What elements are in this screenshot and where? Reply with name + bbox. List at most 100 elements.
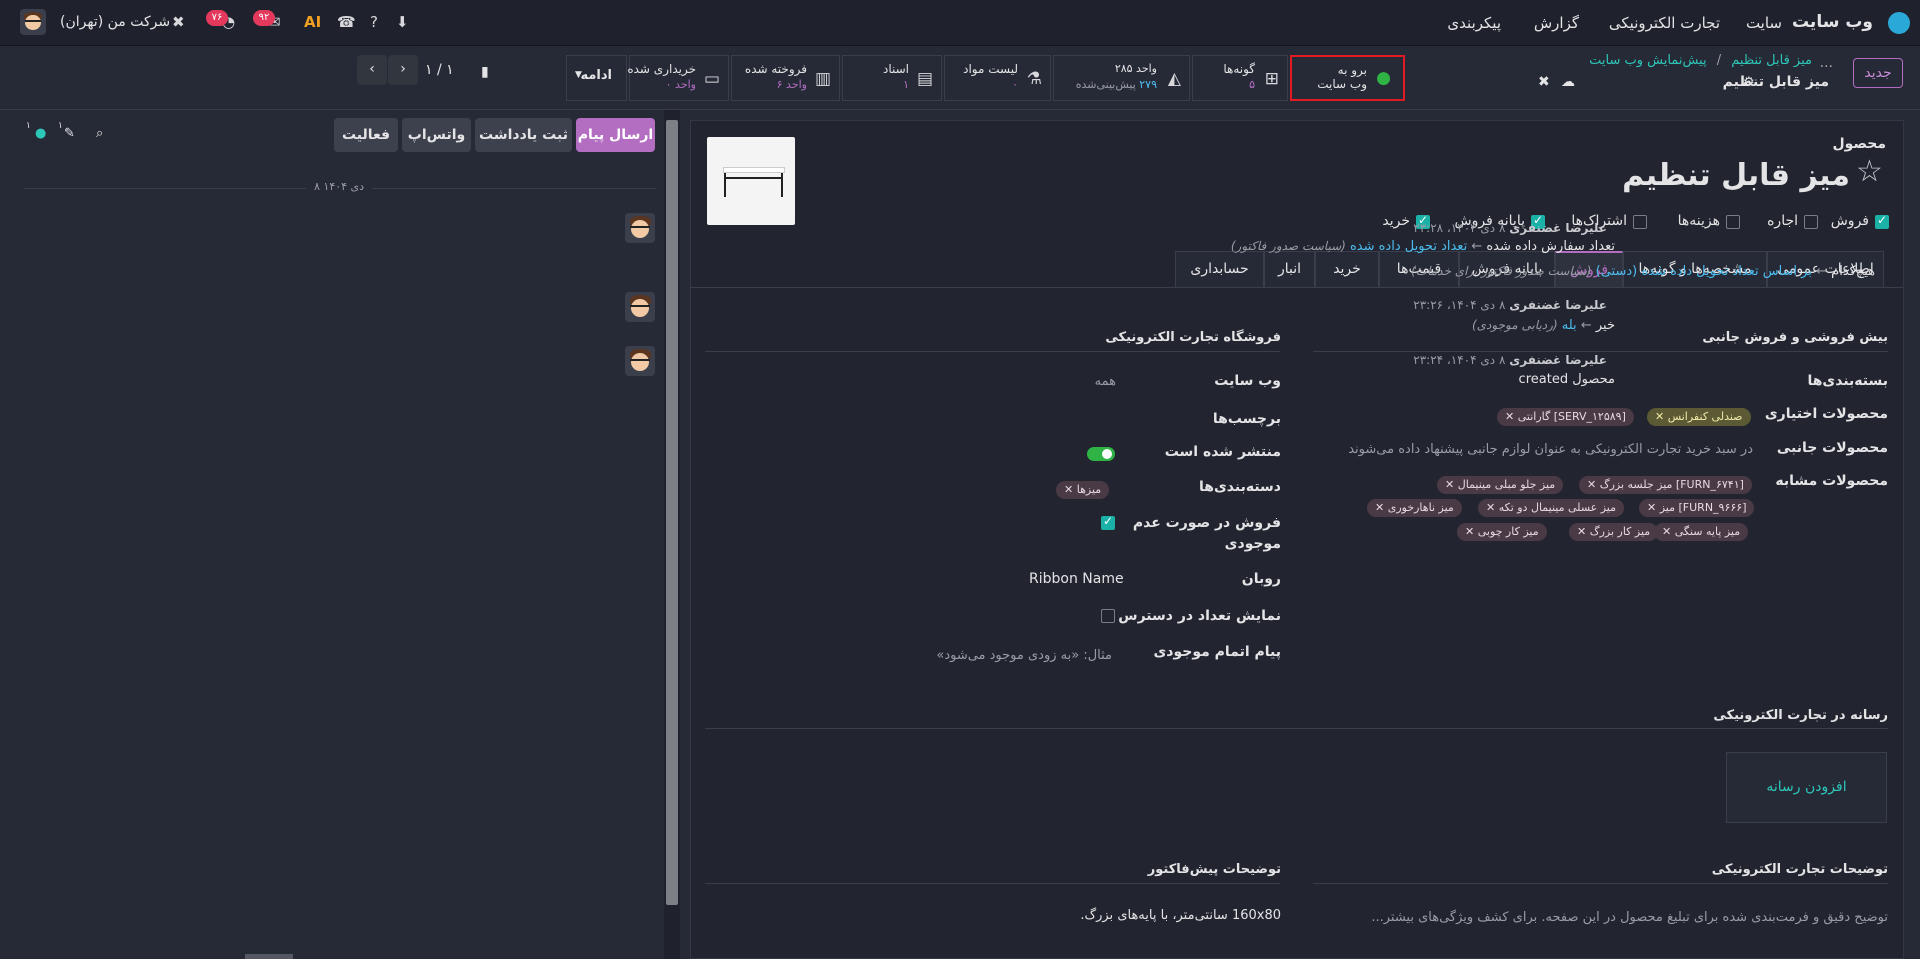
tracking-line: تعداد سفارش داده شده ← تعداد تحویل داده …: [1230, 239, 1615, 254]
send-message-button[interactable]: ارسال پیام: [576, 118, 655, 152]
breadcrumb-more[interactable]: ...: [1820, 55, 1833, 71]
oos-message-input[interactable]: مثال: «به زودی موجود می‌شود»: [936, 648, 1112, 663]
sold-button[interactable]: فروخته شده ۶ واحد ▥: [731, 55, 840, 101]
tag-similar[interactable]: [FURN_۶۷۴۱] میز جلسه بزرگ ✕: [1579, 476, 1752, 494]
tags-label: برچسب‌ها: [1212, 411, 1281, 427]
breadcrumb-item-product[interactable]: میز قابل تنظیم: [1731, 53, 1812, 68]
follower-icon[interactable]: ●: [35, 126, 46, 141]
option-rental-checkbox[interactable]: [1804, 215, 1818, 229]
ecom-desc-input[interactable]: توضیح دقیق و فرمت‌بندی شده برای تبلیغ مح…: [1371, 910, 1888, 925]
published-label: منتشر شده است: [1164, 444, 1281, 460]
form-scrollbar[interactable]: [664, 110, 680, 959]
tag-similar[interactable]: میز ناهارخوری ✕: [1367, 499, 1462, 517]
bom-button[interactable]: لیست مواد ۰ ⚗: [944, 55, 1051, 101]
save-cloud-icon[interactable]: ☁: [1561, 74, 1575, 90]
packaging-label: بسته‌بندی‌ها: [1807, 373, 1888, 389]
pager-next-button[interactable]: ›: [388, 55, 418, 85]
tracking-line: خیر ← بله (ردیابی موجودی): [1471, 318, 1615, 333]
product-name[interactable]: میز قابل تنظیم: [1622, 158, 1850, 193]
date-separator: ۸ دی ۱۴۰۴: [306, 180, 373, 193]
product-type-label: محصول: [1832, 136, 1886, 152]
tag-similar[interactable]: [FURN_۹۶۶۶] میز ✕: [1639, 499, 1755, 517]
breadcrumb-item-preview[interactable]: پیش‌نمایش وب سایت: [1589, 53, 1706, 68]
bookmark-icon[interactable]: ▮: [481, 64, 489, 80]
tag-optional-chair[interactable]: صندلی کنفرانس ✕: [1647, 408, 1751, 426]
new-button[interactable]: جدید: [1853, 58, 1903, 88]
user-avatar[interactable]: [20, 9, 46, 35]
add-media-button[interactable]: افزودن رسانه: [1727, 779, 1886, 795]
tag-similar[interactable]: میز کار چوبی ✕: [1457, 523, 1547, 541]
company-switcher[interactable]: شرکت من (تهران): [60, 14, 170, 30]
attachment-icon[interactable]: ✎: [64, 126, 75, 141]
app-name[interactable]: وب سایت: [1792, 12, 1873, 32]
message-header: علیرضا غضنفری ۸ دی ۱۴۰۴، ۲۳:۲۸: [1413, 221, 1607, 235]
message-header: علیرضا غضنفری ۸ دی ۱۴۰۴، ۲۳:۲۴: [1413, 353, 1607, 367]
option-sales-checkbox[interactable]: [1875, 213, 1889, 229]
discard-x-icon[interactable]: ✖: [1538, 74, 1550, 90]
chatter-hscroll-thumb[interactable]: [245, 954, 293, 959]
ai-assistant-icon[interactable]: AI: [304, 13, 321, 31]
globe-icon: ●: [1376, 68, 1391, 88]
bar-chart-icon: ▥: [814, 69, 831, 89]
message-header: علیرضا غضنفری ۸ دی ۱۴۰۴، ۲۳:۲۶: [1413, 298, 1607, 312]
shop-section-title: فروشگاه تجارت الکترونیکی: [1105, 330, 1281, 345]
pager-prev-button[interactable]: ‹: [357, 55, 387, 85]
oos-message-label: پیام اتمام موجودی: [1153, 644, 1281, 660]
quote-desc-input[interactable]: 160x80 سانتی‌متر، با پایه‌های بزرگ.: [1080, 908, 1281, 923]
document-icon: ▤: [916, 69, 933, 89]
activity-button[interactable]: فعالیت: [334, 118, 398, 152]
show-qty-checkbox[interactable]: [1101, 609, 1115, 623]
search-icon[interactable]: ⌕: [96, 126, 103, 141]
variants-button[interactable]: گونه‌ها ۵ ⊞: [1192, 55, 1288, 101]
website-input[interactable]: همه: [1095, 374, 1116, 389]
tab-accounting[interactable]: حسابداری: [1175, 251, 1264, 287]
goto-website-button[interactable]: برو به وب سایت ●: [1290, 55, 1405, 101]
favorite-star-icon[interactable]: ☆: [1856, 154, 1883, 189]
optional-products-label: محصولات اختیاری: [1764, 406, 1888, 422]
ecom-desc-title: توضیحات تجارت الکترونیکی: [1711, 862, 1888, 877]
menu-site[interactable]: سایت: [1746, 14, 1782, 32]
forecast-button[interactable]: ۲۸۵ واحد ۲۷۹ پیش‌بینی‌شده ◭: [1053, 55, 1190, 101]
control-panel: جدید ... میز قابل تنظیم / پیش‌نمایش وب س…: [0, 46, 1920, 110]
add-media-card[interactable]: افزودن رسانه: [1726, 752, 1887, 823]
whatsapp-button[interactable]: واتس‌اپ: [402, 118, 471, 152]
tag-similar[interactable]: میز جلو مبلی مینیمال ✕: [1437, 476, 1564, 494]
accessory-products-label: محصولات جانبی: [1776, 440, 1888, 456]
tag-similar[interactable]: میز عسلی مینیمال دو تکه ✕: [1478, 499, 1624, 517]
tag-optional-warranty[interactable]: [SERV_۱۲۵۸۹] گارانتی ✕: [1497, 408, 1634, 426]
quote-desc-title: توضیحات پیش‌فاکتور: [1147, 862, 1281, 877]
option-sales-label: فروش: [1830, 213, 1869, 229]
published-toggle[interactable]: [1087, 447, 1115, 461]
documents-button[interactable]: اسناد ۱ ▤: [842, 55, 942, 101]
option-expenses-checkbox[interactable]: [1726, 215, 1740, 229]
more-button[interactable]: ادامه ▼: [566, 55, 627, 101]
download-icon[interactable]: ⬇: [396, 13, 409, 31]
product-image[interactable]: [707, 137, 795, 225]
menu-reporting[interactable]: گزارش: [1534, 14, 1579, 32]
ribbon-label: روبان: [1241, 571, 1281, 587]
tag-similar[interactable]: میز پایه سنگی ✕: [1654, 523, 1749, 541]
tag-similar[interactable]: میز کار بزرگ ✕: [1569, 523, 1659, 541]
phone-icon[interactable]: ☎: [337, 13, 356, 31]
log-note-button[interactable]: ثبت یادداشت: [475, 118, 572, 152]
show-qty-label: نمایش تعداد در دسترس: [1118, 608, 1281, 624]
ribbon-input[interactable]: Ribbon Name: [1029, 571, 1124, 587]
oos-sale-checkbox[interactable]: [1101, 514, 1115, 530]
website-app-icon: [1888, 12, 1910, 34]
accessory-products-input[interactable]: در سبد خرید تجارت الکترونیکی به عنوان لو…: [1348, 442, 1753, 457]
record-settings-gear-icon[interactable]: ⚙: [1743, 75, 1755, 90]
scrollbar-thumb[interactable]: [666, 120, 678, 905]
help-icon[interactable]: ?: [370, 13, 378, 31]
menu-ecommerce[interactable]: تجارت الکترونیکی: [1609, 14, 1720, 32]
tab-purchase[interactable]: خرید: [1315, 251, 1379, 287]
pager-value[interactable]: ۱ / ۱: [425, 62, 454, 78]
debug-tools-icon[interactable]: ✖: [172, 13, 185, 31]
tag-category[interactable]: میزها ✕: [1056, 481, 1110, 499]
message-avatar: [625, 346, 655, 376]
option-rental-label: اجاره: [1767, 213, 1798, 229]
option-subscriptions-checkbox[interactable]: [1633, 215, 1647, 229]
menu-configuration[interactable]: پیکربندی: [1447, 14, 1501, 32]
option-purchase-label: خرید: [1382, 213, 1410, 229]
purchased-button[interactable]: خریداری شده ۰ واحد ▭: [627, 55, 729, 101]
tab-inventory[interactable]: انبار: [1264, 251, 1315, 287]
